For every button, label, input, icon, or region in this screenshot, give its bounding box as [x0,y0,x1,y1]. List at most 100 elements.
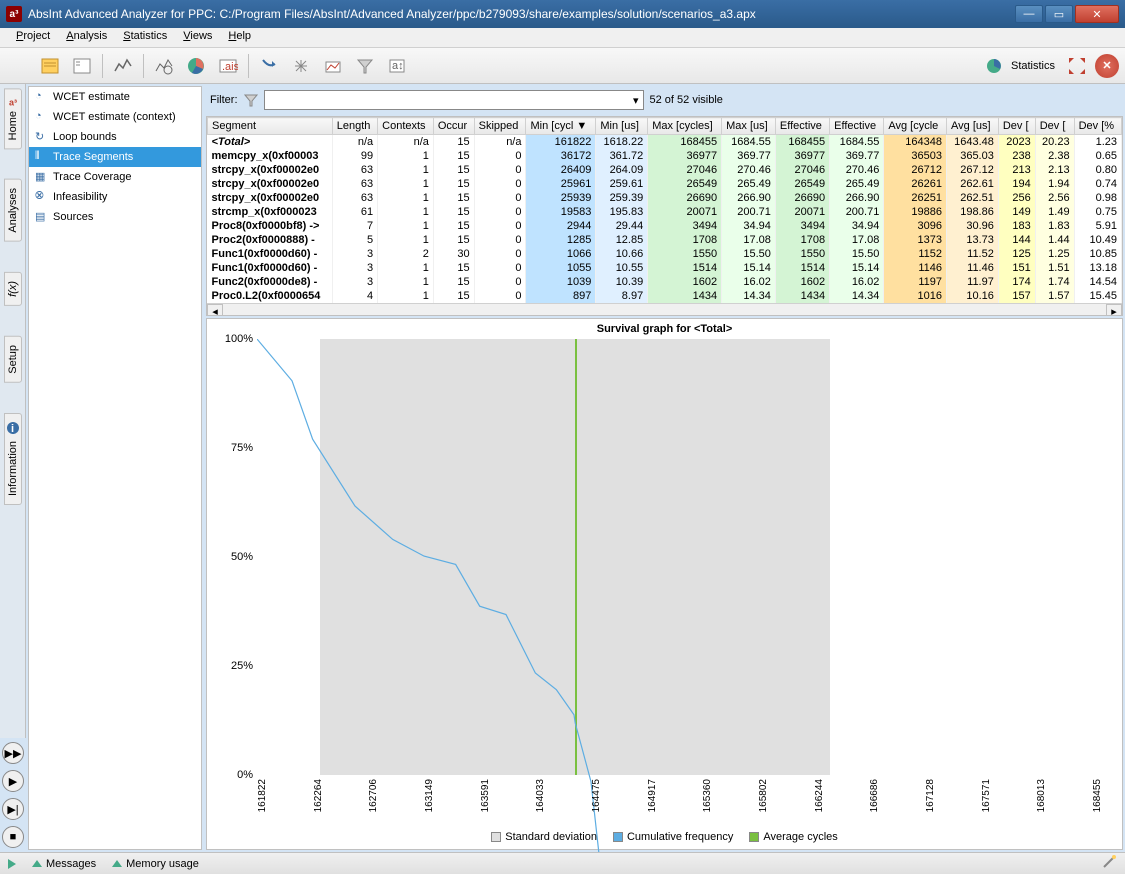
filter-combobox[interactable]: ▾ [264,90,644,110]
toolbar-statistics-label: Statistics [1007,60,1059,72]
table-cell: 2.38 [1035,149,1074,163]
status-memory[interactable]: Memory usage [112,858,199,870]
table-cell: 4 [332,289,377,303]
table-row[interactable]: strcpy_x(0xf00002e063115026409264.092704… [208,163,1122,177]
table-header[interactable]: Dev [ [1035,118,1074,135]
vtab-home[interactable]: Homea³ [4,88,22,149]
table-row[interactable]: strcmp_x(0xf00002361115019583195.8320071… [208,205,1122,219]
table-cell: 1.74 [1035,275,1074,289]
table-header[interactable]: Dev [ [998,118,1035,135]
step-button[interactable]: ▶| [2,798,24,820]
toolbar-btn-5[interactable] [182,52,210,80]
menu-help[interactable]: Help [220,28,259,47]
toolbar-fullscreen-button[interactable] [1063,52,1091,80]
tree-item-1[interactable]: ◔WCET estimate (context) [29,107,201,127]
vtab-fx[interactable]: f(x) [4,272,22,306]
table-cell: 2.13 [1035,163,1074,177]
minimize-button[interactable]: — [1015,5,1043,23]
toolbar-btn-1[interactable] [36,52,64,80]
toolbar-btn-7[interactable] [287,52,315,80]
table-cell: 3096 [884,219,947,233]
chart-body[interactable]: 0%25%50%75%100% [257,339,1092,775]
table-header[interactable]: Max [us] [722,118,776,135]
table-header[interactable]: Avg [us] [947,118,999,135]
tree-item-label: Infeasibility [53,191,107,203]
menu-statistics[interactable]: Statistics [115,28,175,47]
table-cell: 1514 [648,261,722,275]
toolbar-close-button[interactable]: ✕ [1095,54,1119,78]
tree-item-5[interactable]: ⮿Infeasibility [29,187,201,207]
table-cell: 2944 [526,219,596,233]
table-cell: 1550 [775,247,829,261]
table-row[interactable]: Func1(0xf0000d60) -32300106610.66155015.… [208,247,1122,261]
vtab-setup[interactable]: Setup [4,336,22,383]
status-wand-icon[interactable] [1101,854,1117,873]
status-messages[interactable]: Messages [32,858,96,870]
table-row[interactable]: strcpy_x(0xf00002e063115025939259.392669… [208,191,1122,205]
table-row[interactable]: Proc8(0xf0000bf8) ->71150294429.44349434… [208,219,1122,233]
play-forward-button[interactable]: ▶▶ [2,742,24,764]
table-row[interactable]: Func2(0xf0000de8) -31150103910.39160216.… [208,275,1122,289]
table-header[interactable]: Contexts [378,118,434,135]
table-cell: 0 [474,149,526,163]
tree-item-6[interactable]: ▤Sources [29,207,201,227]
table-cell: 15.14 [830,261,884,275]
horizontal-scrollbar[interactable]: ◂ ▸ [207,303,1122,316]
stop-button[interactable]: ■ [2,826,24,848]
menu-analysis[interactable]: Analysis [58,28,115,47]
table-header[interactable]: Segment [208,118,333,135]
vtab-analyses[interactable]: Analyses [4,179,22,242]
scroll-left-button[interactable]: ◂ [207,304,223,316]
play-button[interactable]: ▶ [2,770,24,792]
tree-item-4[interactable]: ▦Trace Coverage [29,167,201,187]
table-header[interactable]: Dev [% [1074,118,1121,135]
table-cell: <Total> [208,135,333,150]
table-header[interactable]: Avg [cycle [884,118,947,135]
tree-item-3[interactable]: ⫴Trace Segments [29,147,201,167]
toolbar-btn-9[interactable]: a↕ [383,52,411,80]
table-cell: 26690 [648,191,722,205]
menu-views[interactable]: Views [175,28,220,47]
table-header[interactable]: Min [cycl ▼ [526,118,596,135]
table-cell: 1373 [884,233,947,247]
chart-x-label: 163149 [424,779,435,812]
table-header[interactable]: Effective [830,118,884,135]
toolbar-btn-3[interactable] [109,52,137,80]
toolbar-btn-arrow[interactable] [255,52,283,80]
chart-title: Survival graph for <Total> [207,319,1122,339]
menu-project[interactable]: Project [8,28,58,47]
scroll-right-button[interactable]: ▸ [1106,304,1122,316]
table-header[interactable]: Effective [775,118,829,135]
toolbar-btn-8[interactable] [319,52,347,80]
toolbar-btn-4[interactable] [150,52,178,80]
table-row[interactable]: strcpy_x(0xf00002e063115025961259.612654… [208,177,1122,191]
table-wrap[interactable]: SegmentLengthContextsOccurSkippedMin [cy… [206,116,1123,316]
close-button[interactable]: ✕ [1075,5,1119,23]
chart-x-label: 164033 [535,779,546,812]
table-header[interactable]: Occur [433,118,474,135]
table-cell: 369.77 [722,149,776,163]
table-row[interactable]: Func1(0xf0000d60) -31150105510.55151415.… [208,261,1122,275]
table-row[interactable]: memcpy_x(0xf0000399115036172361.72369773… [208,149,1122,163]
table-cell: 1 [378,275,434,289]
table-header[interactable]: Length [332,118,377,135]
vtab-information[interactable]: Informationi [4,413,22,505]
table-row[interactable]: <Total>n/an/a15n/a1618221618.22168455168… [208,135,1122,150]
table-cell: 30 [433,247,474,261]
table-header[interactable]: Max [cycles] [648,118,722,135]
maximize-button[interactable]: ▭ [1045,5,1073,23]
tree-item-0[interactable]: ◔WCET estimate [29,87,201,107]
table-header[interactable]: Min [us] [596,118,648,135]
table-cell: 20071 [648,205,722,219]
tree-item-2[interactable]: ↻Loop bounds [29,127,201,147]
tree-item-label: WCET estimate [53,91,130,103]
toolbar-btn-2[interactable] [68,52,96,80]
table-row[interactable]: Proc2(0xf0000888) -51150128512.85170817.… [208,233,1122,247]
toolbar-btn-ais[interactable]: .ais [214,52,242,80]
table-cell: 168455 [775,135,829,150]
run-icon[interactable] [8,859,16,869]
toolbar-filter-icon[interactable] [351,52,379,80]
table-header[interactable]: Skipped [474,118,526,135]
table-row[interactable]: Proc0.L2(0xf0000654411508978.97143414.34… [208,289,1122,303]
table-cell: 0 [474,261,526,275]
